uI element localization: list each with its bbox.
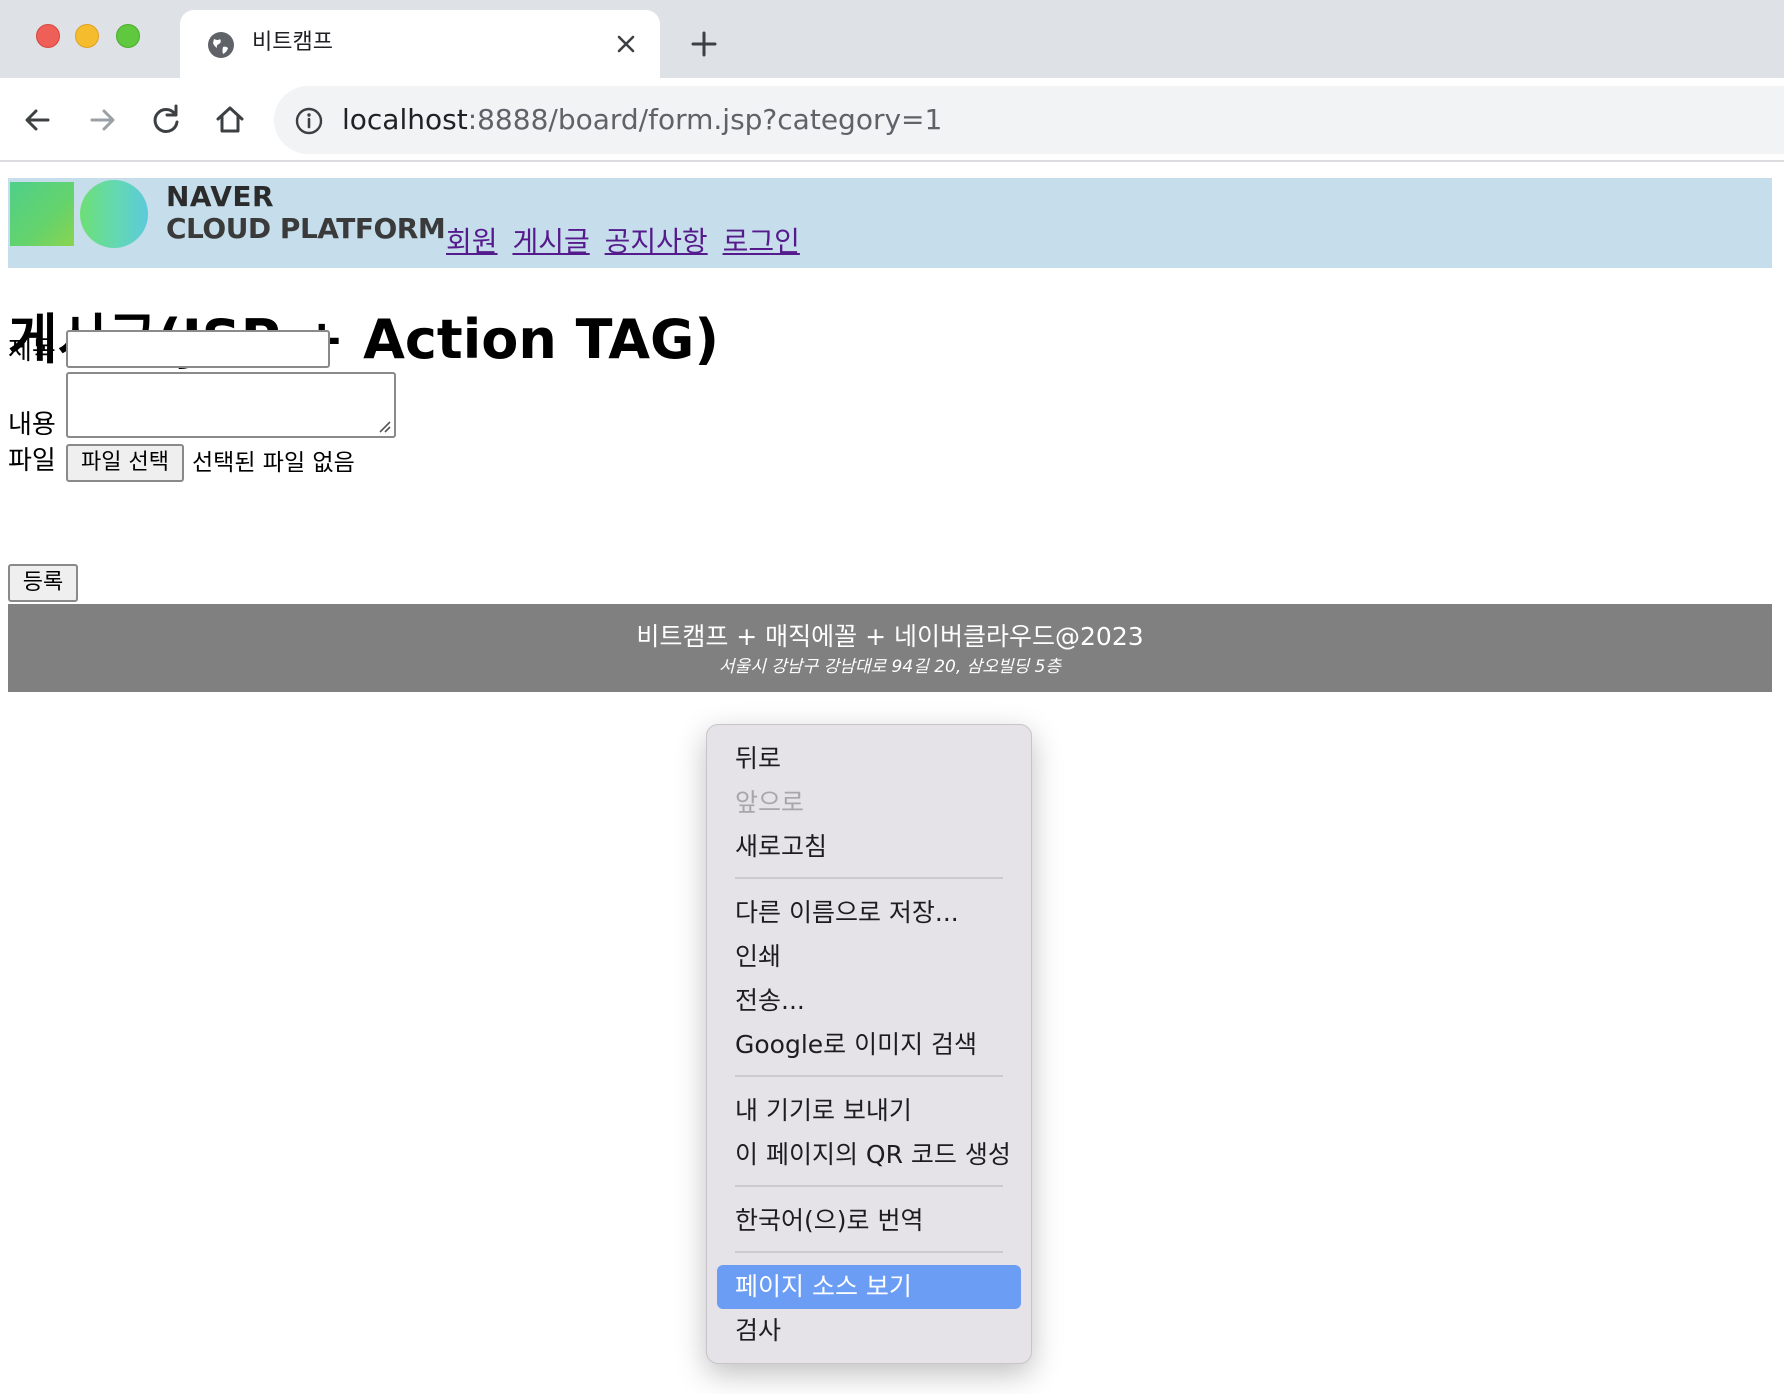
- footer-address: 서울시 강남구 강남대로 94길 20, 삼오빌딩 5층: [718, 657, 1062, 677]
- file-label: 파일: [8, 446, 56, 476]
- home-icon[interactable]: [210, 100, 250, 140]
- menu-item-translate[interactable]: 한국어(으)로 번역: [717, 1199, 1021, 1243]
- menu-separator: [735, 877, 1003, 879]
- resize-handle-icon[interactable]: [378, 420, 392, 434]
- url-path: :8888/board/form.jsp?category=1: [467, 103, 943, 136]
- menu-item-reload[interactable]: 새로고침: [717, 825, 1021, 869]
- url-text[interactable]: localhost:8888/board/form.jsp?category=1: [342, 102, 942, 138]
- header-nav: 회원 게시글 공지사항 로그인: [446, 220, 806, 260]
- footer-credits: 비트캠프 + 매직에꼴 + 네이버클라우드@2023: [636, 622, 1144, 651]
- nav-link-board[interactable]: 게시글: [512, 225, 589, 258]
- nav-link-notice[interactable]: 공지사항: [605, 225, 708, 258]
- submit-button[interactable]: 등록: [8, 564, 78, 602]
- logo-square: [10, 182, 74, 246]
- browser-tab[interactable]: 비트캠프: [180, 10, 660, 78]
- file-status-text: 선택된 파일 없음: [192, 450, 355, 476]
- nav-link-login[interactable]: 로그인: [723, 225, 800, 258]
- site-header: NAVER CLOUD PLATFORM 회원 게시글 공지사항 로그인: [8, 178, 1772, 268]
- menu-item-print[interactable]: 인쇄: [717, 935, 1021, 979]
- info-icon[interactable]: [294, 106, 324, 136]
- title-label: 제목: [8, 336, 56, 366]
- nav-link-member[interactable]: 회원: [446, 225, 498, 258]
- content-textarea[interactable]: [66, 372, 396, 438]
- menu-separator: [735, 1251, 1003, 1253]
- menu-item-send-to-devices[interactable]: 내 기기로 보내기: [717, 1089, 1021, 1133]
- browser-toolbar: localhost:8888/board/form.jsp?category=1: [0, 78, 1784, 162]
- close-icon[interactable]: [612, 30, 640, 58]
- reload-icon[interactable]: [146, 100, 186, 140]
- menu-item-google-image-search[interactable]: Google로 이미지 검색: [717, 1023, 1021, 1067]
- globe-icon: [208, 32, 234, 58]
- menu-item-qr-code[interactable]: 이 페이지의 QR 코드 생성: [717, 1133, 1021, 1177]
- new-tab-button[interactable]: [688, 28, 720, 60]
- title-input[interactable]: [66, 330, 330, 368]
- logo-circle: [80, 180, 148, 248]
- content-label: 내용: [8, 410, 56, 440]
- forward-arrow-icon[interactable]: [82, 100, 122, 140]
- menu-item-share[interactable]: 전송...: [717, 979, 1021, 1023]
- menu-item-inspect[interactable]: 검사: [717, 1309, 1021, 1353]
- menu-item-save-as[interactable]: 다른 이름으로 저장...: [717, 891, 1021, 935]
- tab-title: 비트캠프: [252, 30, 333, 55]
- url-host: localhost: [342, 103, 468, 136]
- tab-strip: 비트캠프: [0, 0, 1784, 78]
- minimize-window-button[interactable]: [75, 24, 99, 48]
- address-bar[interactable]: localhost:8888/board/form.jsp?category=1: [274, 86, 1784, 154]
- menu-item-back[interactable]: 뒤로: [717, 737, 1021, 781]
- menu-item-forward: 앞으로: [735, 788, 805, 817]
- site-footer: 비트캠프 + 매직에꼴 + 네이버클라우드@2023 서울시 강남구 강남대로 …: [8, 604, 1772, 692]
- close-window-button[interactable]: [36, 24, 60, 48]
- logo-text-line2: CLOUD PLATFORM: [166, 212, 446, 245]
- menu-item-view-source[interactable]: 페이지 소스 보기: [717, 1265, 1021, 1309]
- file-choose-button[interactable]: 파일 선택: [66, 444, 184, 482]
- logo-text-line1: NAVER: [166, 180, 275, 213]
- naver-cloud-logo[interactable]: NAVER CLOUD PLATFORM: [8, 178, 448, 268]
- back-arrow-icon[interactable]: [18, 100, 58, 140]
- menu-separator: [735, 1185, 1003, 1187]
- menu-separator: [735, 1075, 1003, 1077]
- context-menu: 뒤로 앞으로 새로고침 다른 이름으로 저장... 인쇄 전송... Googl…: [706, 724, 1032, 1364]
- maximize-window-button[interactable]: [116, 24, 140, 48]
